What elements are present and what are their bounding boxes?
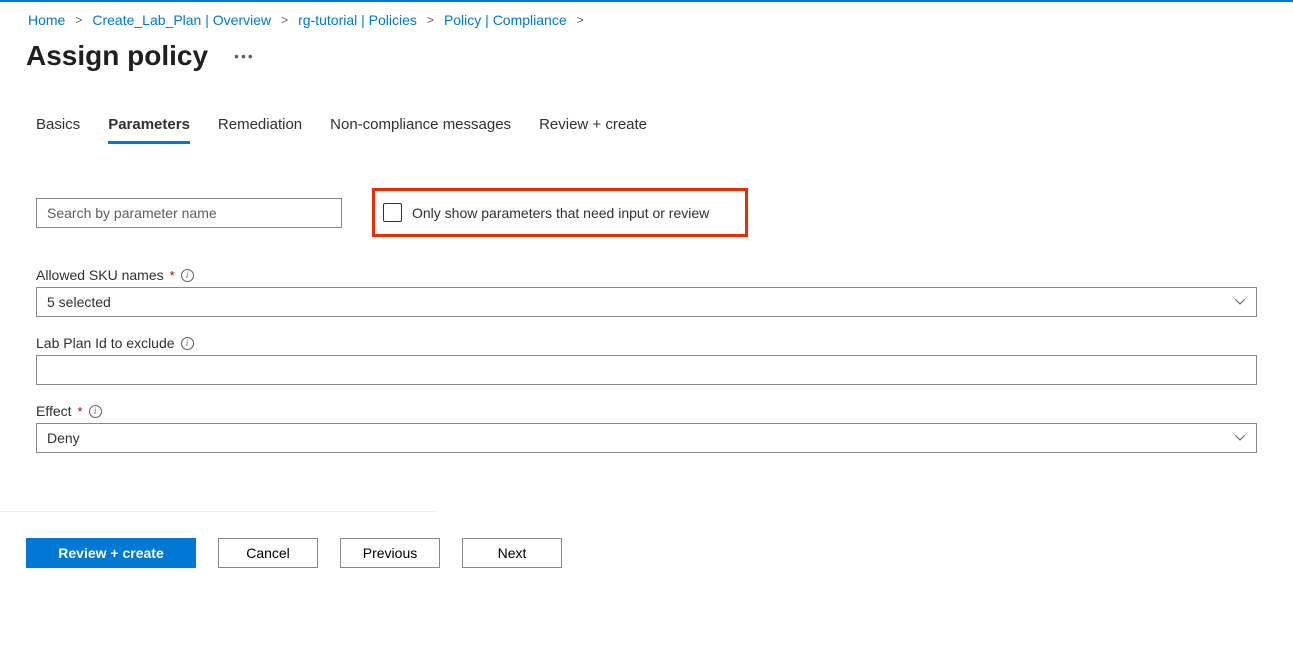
page-title: Assign policy: [26, 40, 208, 72]
select-value: 5 selected: [47, 294, 111, 310]
filter-checkbox[interactable]: [383, 203, 402, 222]
chevron-right-icon: >: [577, 13, 584, 27]
field-label-row: Allowed SKU names * i: [36, 267, 1257, 283]
field-label: Effect: [36, 403, 72, 419]
chevron-right-icon: >: [281, 13, 288, 27]
field-label: Allowed SKU names: [36, 267, 164, 283]
tab-parameters[interactable]: Parameters: [108, 116, 190, 144]
chevron-right-icon: >: [427, 13, 434, 27]
cancel-button[interactable]: Cancel: [218, 538, 318, 568]
filter-row: Only show parameters that need input or …: [36, 188, 1257, 237]
breadcrumb: Home > Create_Lab_Plan | Overview > rg-t…: [0, 2, 1293, 32]
field-labplan-exclude: Lab Plan Id to exclude i: [36, 335, 1257, 385]
tab-noncompliance[interactable]: Non-compliance messages: [330, 116, 511, 144]
chevron-down-icon: [1234, 431, 1246, 445]
previous-button[interactable]: Previous: [340, 538, 440, 568]
breadcrumb-link-policycompliance[interactable]: Policy | Compliance: [444, 12, 567, 28]
more-actions-button[interactable]: •••: [234, 48, 255, 64]
next-button[interactable]: Next: [462, 538, 562, 568]
filter-checkbox-label: Only show parameters that need input or …: [412, 205, 709, 221]
required-indicator: *: [170, 268, 175, 283]
field-allowed-sku: Allowed SKU names * i 5 selected: [36, 267, 1257, 317]
filter-checkbox-highlight: Only show parameters that need input or …: [372, 188, 748, 237]
allowed-sku-select[interactable]: 5 selected: [36, 287, 1257, 317]
field-label-row: Effect * i: [36, 403, 1257, 419]
search-input[interactable]: [36, 198, 342, 228]
required-indicator: *: [78, 404, 83, 419]
labplan-exclude-input[interactable]: [36, 355, 1257, 385]
tab-review-create[interactable]: Review + create: [539, 116, 647, 144]
footer: Review + create Cancel Previous Next: [0, 512, 1293, 594]
field-effect: Effect * i Deny: [36, 403, 1257, 453]
info-icon[interactable]: i: [89, 405, 102, 418]
chevron-right-icon: >: [75, 13, 82, 27]
breadcrumb-link-home[interactable]: Home: [28, 12, 65, 28]
info-icon[interactable]: i: [181, 269, 194, 282]
field-label: Lab Plan Id to exclude: [36, 335, 175, 351]
breadcrumb-link-labplan[interactable]: Create_Lab_Plan | Overview: [92, 12, 271, 28]
tab-basics[interactable]: Basics: [36, 116, 80, 144]
effect-select[interactable]: Deny: [36, 423, 1257, 453]
breadcrumb-link-rgtutorial[interactable]: rg-tutorial | Policies: [298, 12, 417, 28]
content-area: Only show parameters that need input or …: [0, 144, 1293, 491]
select-value: Deny: [47, 430, 80, 446]
chevron-down-icon: [1234, 295, 1246, 309]
tab-remediation[interactable]: Remediation: [218, 116, 302, 144]
review-create-button[interactable]: Review + create: [26, 538, 196, 568]
tabs: Basics Parameters Remediation Non-compli…: [0, 92, 1293, 144]
info-icon[interactable]: i: [181, 337, 194, 350]
page-title-row: Assign policy •••: [0, 32, 1293, 92]
field-label-row: Lab Plan Id to exclude i: [36, 335, 1257, 351]
